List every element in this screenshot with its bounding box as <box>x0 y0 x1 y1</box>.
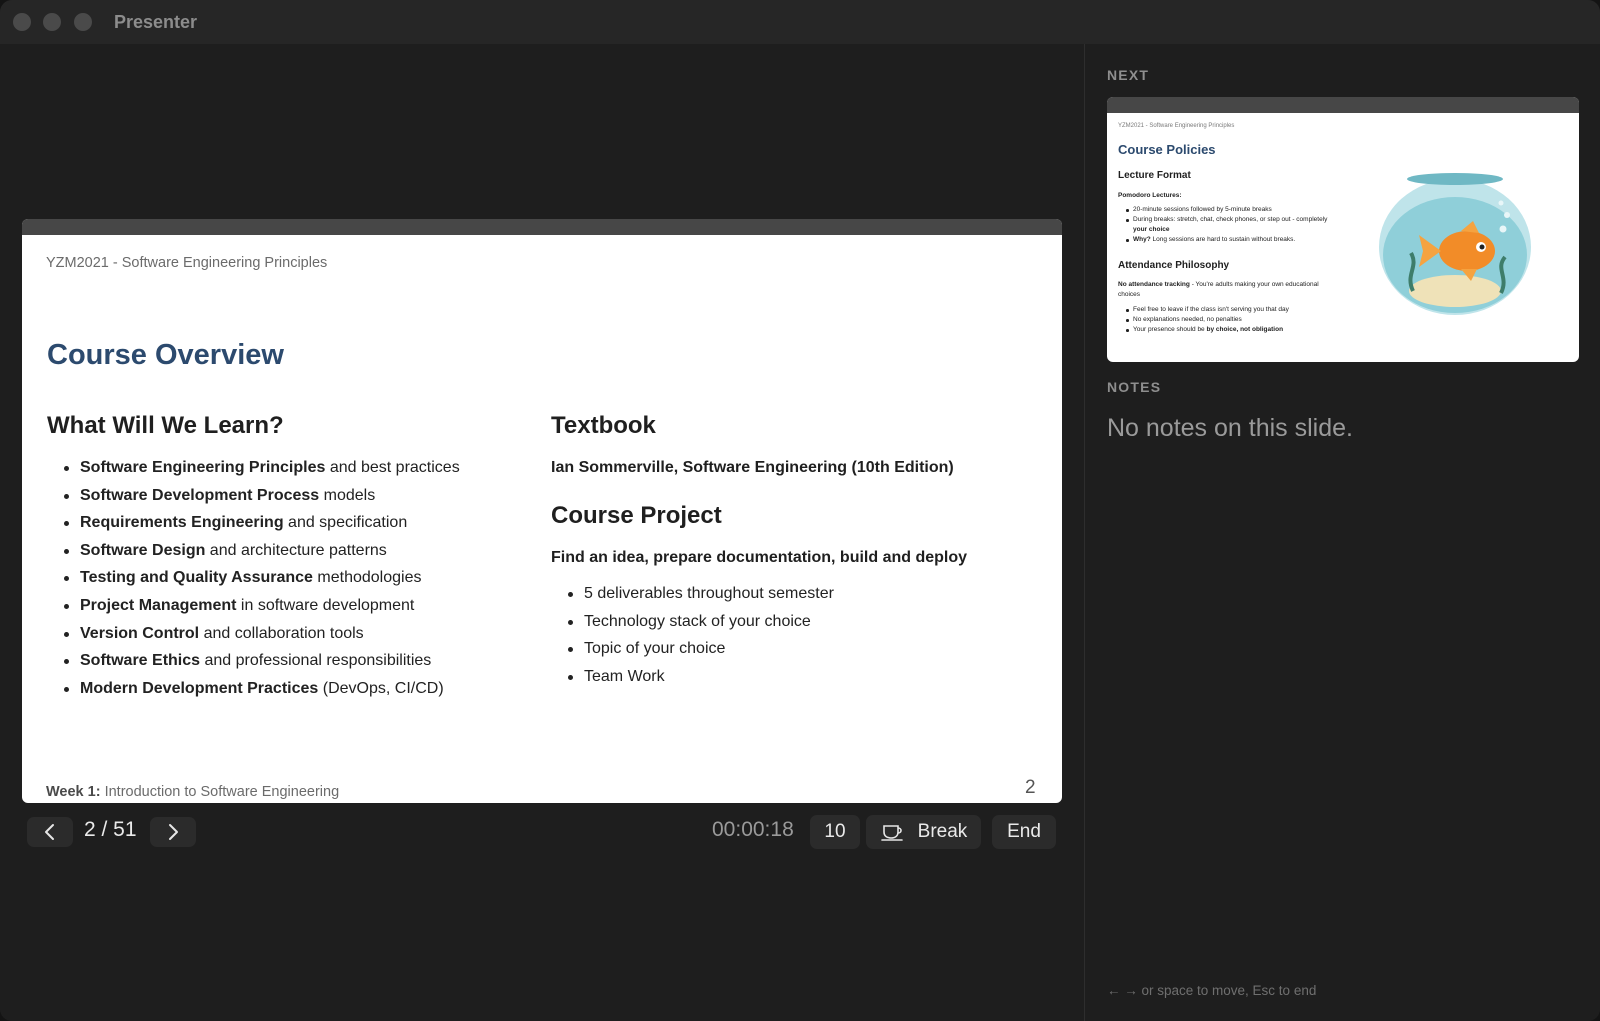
list-item: Modern Development Practices (DevOps, CI… <box>47 678 527 706</box>
next-label: NEXT <box>1107 67 1150 83</box>
zoom-window-button[interactable] <box>74 13 92 31</box>
list-item: Software Design and architecture pattern… <box>47 540 527 568</box>
previous-slide-button[interactable] <box>27 817 73 847</box>
pomodoro-list: 20-minute sessions followed by 5-minute … <box>1118 205 1333 245</box>
break-button[interactable]: Break <box>866 815 981 849</box>
break-minutes-value: 10 <box>824 821 846 842</box>
list-item: Software Development Process models <box>47 485 527 513</box>
title-bar: Presenter <box>0 0 1600 44</box>
slide-top-bar <box>22 219 1062 235</box>
list-item: Topic of your choice <box>551 638 1021 666</box>
list-item: No explanations needed, no penalties <box>1118 315 1333 325</box>
list-item: 20-minute sessions followed by 5-minute … <box>1118 205 1333 215</box>
next-slide-preview[interactable]: YZM2021 - Software Engineering Principle… <box>1107 97 1579 362</box>
next-slide-header: YZM2021 - Software Engineering Principle… <box>1118 123 1235 129</box>
slide-title: Course Overview <box>47 339 284 371</box>
slide-page-number: 2 <box>1025 777 1036 798</box>
textbook-text: Ian Sommerville, Software Engineering (1… <box>551 459 954 476</box>
attendance-text: No attendance tracking - You're adults m… <box>1118 281 1319 298</box>
list-item: Technology stack of your choice <box>551 611 1021 639</box>
attendance-heading: Attendance Philosophy <box>1118 260 1230 271</box>
minimize-window-button[interactable] <box>43 13 61 31</box>
break-minutes-field[interactable]: 10 <box>810 815 860 849</box>
close-window-button[interactable] <box>13 13 31 31</box>
list-item: Software Engineering Principles and best… <box>47 457 527 485</box>
list-item: Project Management in software developme… <box>47 595 527 623</box>
chevron-left-icon <box>45 824 54 840</box>
goldfish-bowl-icon <box>1379 173 1531 315</box>
slide-header: YZM2021 - Software Engineering Principle… <box>46 255 328 271</box>
list-item: Software Ethics and professional respons… <box>47 650 527 678</box>
break-label: Break <box>917 821 968 842</box>
list-item: Why? Long sessions are hard to sustain w… <box>1118 235 1333 245</box>
list-item: Requirements Engineering and specificati… <box>47 512 527 540</box>
slide-footer: Week 1: Introduction to Software Enginee… <box>46 784 340 800</box>
notes-text: No notes on this slide. <box>1107 414 1353 442</box>
chevron-right-icon <box>169 824 178 840</box>
project-list: 5 deliverables throughout semester Techn… <box>551 583 1021 693</box>
elapsed-timer: 00:00:18 <box>712 818 794 841</box>
learn-heading: What Will We Learn? <box>47 412 284 439</box>
slide-counter: 2 / 51 <box>84 818 137 841</box>
next-slide-button[interactable] <box>150 817 196 847</box>
list-item: 5 deliverables throughout semester <box>551 583 1021 611</box>
keyboard-hint: ← → or space to move, Esc to end <box>1107 983 1317 998</box>
learn-list: Software Engineering Principles and best… <box>47 457 527 705</box>
end-label: End <box>1007 821 1041 842</box>
list-item: Testing and Quality Assurance methodolog… <box>47 567 527 595</box>
notes-label: NOTES <box>1107 379 1162 395</box>
textbook-heading: Textbook <box>551 412 656 439</box>
list-item: Team Work <box>551 666 1021 694</box>
project-heading: Course Project <box>551 502 722 529</box>
list-item: During breaks: stretch, chat, check phon… <box>1118 215 1333 235</box>
current-slide: YZM2021 - Software Engineering Principle… <box>22 219 1062 803</box>
end-button[interactable]: End <box>992 815 1056 849</box>
window-title: Presenter <box>114 12 198 32</box>
list-item: Your presence should be by choice, not o… <box>1118 325 1333 335</box>
attendance-list: Feel free to leave if the class isn't se… <box>1118 305 1333 335</box>
list-item: Feel free to leave if the class isn't se… <box>1118 305 1333 315</box>
next-slide-title: Course Policies <box>1118 142 1216 157</box>
project-intro: Find an idea, prepare documentation, bui… <box>551 549 968 566</box>
list-item: Version Control and collaboration tools <box>47 623 527 651</box>
pomodoro-label: Pomodoro Lectures: <box>1118 192 1182 199</box>
next-slide-top-bar <box>1107 97 1579 113</box>
presenter-window: Presenter YZM2021 - Software Engineering… <box>0 0 1600 1021</box>
lecture-format-heading: Lecture Format <box>1118 170 1191 181</box>
coffee-cup-icon <box>880 825 903 841</box>
